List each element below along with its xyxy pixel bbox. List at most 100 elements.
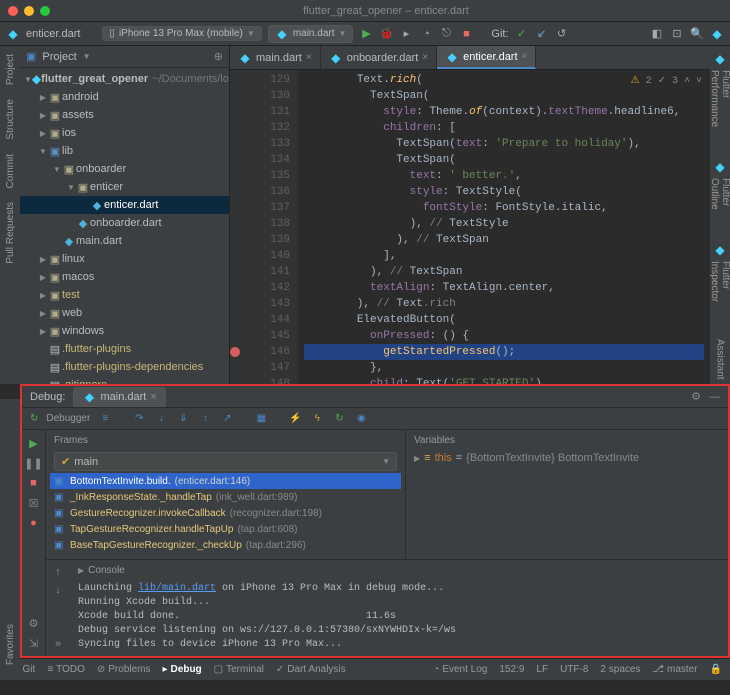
gear-icon[interactable]: ⚙ [691, 390, 701, 403]
threads-icon[interactable]: ≡ [98, 413, 112, 424]
run-config-selector[interactable]: ◆ main.dart ▼ [268, 25, 354, 43]
frame-row[interactable]: ▣BaseTapGestureRecognizer._checkUp (tap.… [50, 537, 401, 553]
link-main[interactable]: lib/main.dart [138, 583, 216, 594]
tree-item[interactable]: ▤.flutter-plugins-dependencies [20, 358, 229, 376]
down-icon[interactable]: ↓ [55, 584, 61, 596]
step-out-icon[interactable]: ↑ [198, 413, 212, 424]
hot-reload-icon[interactable]: ⚡ [288, 413, 302, 424]
tree-item[interactable]: ◆enticer.dart [20, 196, 229, 214]
code-editor[interactable]: 129 130 131 132 133 134 135 136 137 138 … [230, 70, 710, 384]
console-output[interactable]: Launching lib/main.dart on iPhone 13 Pro… [70, 580, 728, 654]
tab-commit[interactable]: Commit [3, 152, 18, 190]
breakpoints-icon[interactable]: ☒ [27, 496, 41, 510]
tree-item[interactable]: ▼▣lib [20, 142, 229, 160]
tab-assistant[interactable]: Assistant [713, 335, 728, 384]
resume-icon[interactable]: ▶ [27, 436, 41, 450]
tree-item[interactable]: ▼▣onboarder [20, 160, 229, 178]
inspect-icon[interactable]: ⊡ [670, 27, 684, 40]
settings-icon[interactable]: ⚙ [27, 616, 41, 630]
expand-icon[interactable]: ▶ [414, 454, 420, 463]
project-header[interactable]: ▣ Project ▼ ⊕ [20, 46, 229, 68]
git-history-icon[interactable]: ↺ [555, 27, 569, 40]
debug-icon[interactable]: 🐞 [379, 27, 393, 40]
run-to-cursor-icon[interactable]: ↗ [220, 413, 234, 424]
indent[interactable]: 2 spaces [600, 664, 640, 675]
tree-item[interactable]: ◆onboarder.dart [20, 214, 229, 232]
frame-row[interactable]: ▣TapGestureRecognizer.handleTapUp (tap.d… [50, 521, 401, 537]
tree-item[interactable]: ▶▣test [20, 286, 229, 304]
tree-root[interactable]: ▼ ◆ flutter_great_opener ~/Documents/log [20, 70, 229, 88]
warning-icon[interactable]: ⚠ [631, 74, 640, 90]
tree-item[interactable]: ▤.gitignore [20, 376, 229, 384]
stop-icon[interactable]: ■ [27, 476, 41, 490]
devtools-icon[interactable]: ◧ [650, 27, 664, 40]
close-icon[interactable]: × [150, 391, 156, 403]
bolt-icon[interactable]: ϟ [310, 413, 324, 424]
lock-icon[interactable]: 🔒 [710, 664, 722, 675]
tree-item[interactable]: ▶▣web [20, 304, 229, 322]
rerun-icon[interactable]: ↻ [30, 413, 38, 424]
expand-icon[interactable]: ▶ [38, 273, 48, 282]
frame-row[interactable]: ▣_InkResponseState._handleTap (ink_well.… [50, 489, 401, 505]
frame-row[interactable]: ▣BottomTextInvite.build. (enticer.dart:1… [50, 473, 401, 489]
status-dart[interactable]: ✓ Dart Analysis [276, 664, 346, 675]
debug-tab[interactable]: ◆ main.dart × [73, 387, 165, 407]
chevron-icon[interactable]: ˄ ˅ [684, 74, 702, 90]
coverage-icon[interactable]: ▸ [399, 27, 413, 40]
tree-item[interactable]: ◆main.dart [20, 232, 229, 250]
expand-icon[interactable]: ▶ [38, 93, 48, 102]
minimize-icon[interactable] [24, 6, 34, 16]
tree-item[interactable]: ▶▣assets [20, 106, 229, 124]
git-branch[interactable]: ⎇ master [652, 664, 697, 675]
tab-favorites[interactable]: Favorites [5, 624, 16, 665]
close-icon[interactable]: × [306, 52, 312, 63]
tab-pull-requests[interactable]: Pull Requests [3, 200, 18, 266]
tree-item[interactable]: ▼▣enticer [20, 178, 229, 196]
minimize-icon[interactable]: — [709, 391, 720, 403]
cursor-position[interactable]: 152:9 [499, 664, 524, 675]
tree-item[interactable]: ▶▣linux [20, 250, 229, 268]
tree-item[interactable]: ▶▣android [20, 88, 229, 106]
tree-item[interactable]: ▶▣windows [20, 322, 229, 340]
line-separator[interactable]: LF [536, 664, 548, 675]
tab-flutter-outline[interactable]: Flutter Outline [707, 174, 730, 243]
expand-icon[interactable]: ▶ [38, 327, 48, 336]
evaluate-icon[interactable]: ▦ [254, 413, 268, 424]
git-pull-icon[interactable]: ↙ [535, 27, 549, 40]
step-into-icon[interactable]: ↓ [154, 413, 168, 424]
console-label[interactable]: ▶Console [70, 560, 728, 580]
frame-row[interactable]: ▣GestureRecognizer.invokeCallback (recog… [50, 505, 401, 521]
expand-icon[interactable]: ▼ [52, 165, 62, 174]
pin-icon[interactable]: ⇲ [27, 636, 41, 650]
status-todo[interactable]: ≡ TODO [47, 664, 85, 675]
tree-item[interactable]: ▤.flutter-plugins [20, 340, 229, 358]
zoom-icon[interactable] [40, 6, 50, 16]
run-icon[interactable]: ▶ [359, 27, 373, 40]
status-terminal[interactable]: ▢ Terminal [214, 664, 264, 675]
close-icon[interactable] [8, 6, 18, 16]
status-debug[interactable]: ▸ Debug [163, 664, 202, 675]
ok-icon[interactable]: ✓ [658, 74, 666, 90]
variable-row[interactable]: ▶ ≡ this = {BottomTextInvite} BottomText… [406, 450, 728, 466]
attach-icon[interactable]: ⎋ [439, 27, 453, 40]
expand-icon[interactable]: ▶ [38, 309, 48, 318]
editor-tab[interactable]: ◆enticer.dart× [437, 46, 536, 69]
pause-icon[interactable]: ❚❚ [27, 456, 41, 470]
window-controls[interactable] [8, 6, 50, 16]
expand-icon[interactable]: ▶ [38, 255, 48, 264]
search-icon[interactable]: 🔍 [690, 27, 704, 40]
step-over-icon[interactable]: ↷ [132, 413, 146, 424]
tab-project[interactable]: Project [3, 52, 18, 87]
breakpoint-icon[interactable] [230, 347, 240, 357]
git-update-icon[interactable]: ✓ [515, 27, 529, 40]
status-event-log[interactable]: ◔ Event Log [433, 664, 487, 675]
device-selector[interactable]: ▯ iPhone 13 Pro Max (mobile) ▼ [102, 26, 261, 41]
thread-selector[interactable]: ✔ main ▼ [54, 452, 397, 471]
stop-icon[interactable]: ■ [459, 28, 473, 40]
tab-flutter-performance[interactable]: Flutter Performance [707, 66, 730, 160]
expand-icon[interactable]: ▶ [38, 111, 48, 120]
tree-item[interactable]: ▶▣ios [20, 124, 229, 142]
status-problems[interactable]: ⊘ Problems [97, 664, 151, 675]
expand-icon[interactable]: ▼ [66, 183, 76, 192]
settings-icon[interactable]: ⊕ [214, 50, 223, 63]
